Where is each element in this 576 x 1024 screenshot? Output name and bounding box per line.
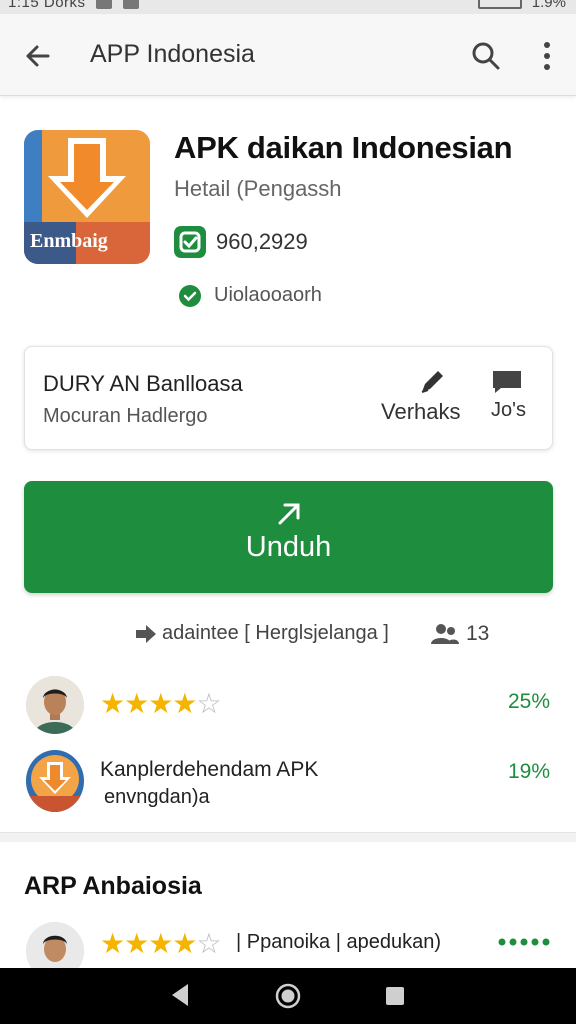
status-left: 1:15 Dorks — [8, 0, 139, 11]
meta-text: adaintee [ Herglsjelanga ] — [162, 622, 389, 644]
nav-home-icon[interactable] — [274, 982, 302, 1010]
status-right: 1.9% — [472, 0, 566, 11]
app-icon-label: Enmbaig — [30, 230, 108, 252]
meta-count: 13 — [466, 622, 490, 645]
app-notification-icon — [122, 0, 139, 10]
search-icon — [472, 42, 500, 70]
section-divider — [0, 832, 576, 842]
rating-count: 960,2929 — [216, 229, 308, 254]
system-nav-bar — [0, 968, 576, 1024]
meta-row: adaintee [ Herglsjelanga ] 13 — [134, 620, 534, 650]
reviewer-avatar[interactable] — [26, 676, 84, 734]
people-icon — [431, 624, 459, 644]
download-label: Unduh — [245, 531, 332, 563]
chat-button[interactable]: Jo's — [489, 367, 529, 437]
nav-back-icon[interactable] — [168, 982, 192, 1008]
nav-recents-icon[interactable] — [384, 985, 406, 1007]
status-bar: 1:15 Dorks 1.9% — [0, 0, 576, 14]
info-card-title: DURY AN Banlloasa — [43, 371, 243, 396]
app-bar-title: APP Indonesia — [90, 40, 255, 68]
review-text-line1: Kanplerdehendam APK — [100, 758, 319, 781]
chat-label: Jo's — [491, 399, 526, 421]
battery-icon — [477, 0, 522, 10]
back-button[interactable] — [18, 36, 58, 76]
more-options-button[interactable] — [530, 36, 564, 76]
review-percent: 19% — [507, 760, 550, 783]
status-carrier: Dorks — [43, 0, 86, 11]
more-dots-icon[interactable] — [497, 937, 551, 947]
chat-icon — [493, 371, 521, 393]
download-button[interactable]: Unduh — [24, 481, 553, 593]
info-card-subtitle: Mocuran Hadlergo — [43, 405, 208, 427]
app-icon: Enmbaig — [24, 130, 150, 264]
pencil-icon — [421, 371, 443, 393]
developer-name[interactable]: Hetail (Pengassh — [174, 176, 342, 202]
status-battery: 1.9% — [531, 0, 566, 11]
review-rating-stars: ★★★★☆ — [100, 688, 222, 719]
status-time: 1:15 — [8, 0, 40, 11]
app-title: APK daikan Indonesian — [174, 130, 513, 165]
info-card: DURY AN Banlloasa Mocuran Hadlergo Verha… — [24, 346, 553, 450]
review-text: | Ppanoika | apedukan) — [236, 931, 441, 953]
review-rating-stars: ★★★★☆ — [100, 928, 222, 959]
section-title: ARP Anbaiosia — [24, 872, 202, 900]
app-thumbnail-avatar[interactable] — [26, 750, 84, 812]
verified-label: Uiolaooaorh — [214, 284, 322, 306]
review-text-line2: envngdan)a — [104, 786, 210, 808]
arrow-left-icon — [26, 45, 50, 67]
review-percent: 25% — [507, 690, 550, 713]
search-button[interactable] — [466, 36, 506, 76]
app-bar: APP Indonesia — [0, 14, 576, 96]
image-notification-icon — [96, 0, 113, 10]
open-external-icon — [278, 503, 300, 525]
edit-button[interactable]: Verhaks — [381, 367, 469, 437]
edit-label: Verhaks — [381, 399, 461, 424]
globe-check-icon — [178, 284, 202, 308]
more-vert-icon — [544, 42, 550, 70]
arrow-right-icon — [136, 625, 156, 643]
rating-badge-icon — [174, 226, 206, 258]
